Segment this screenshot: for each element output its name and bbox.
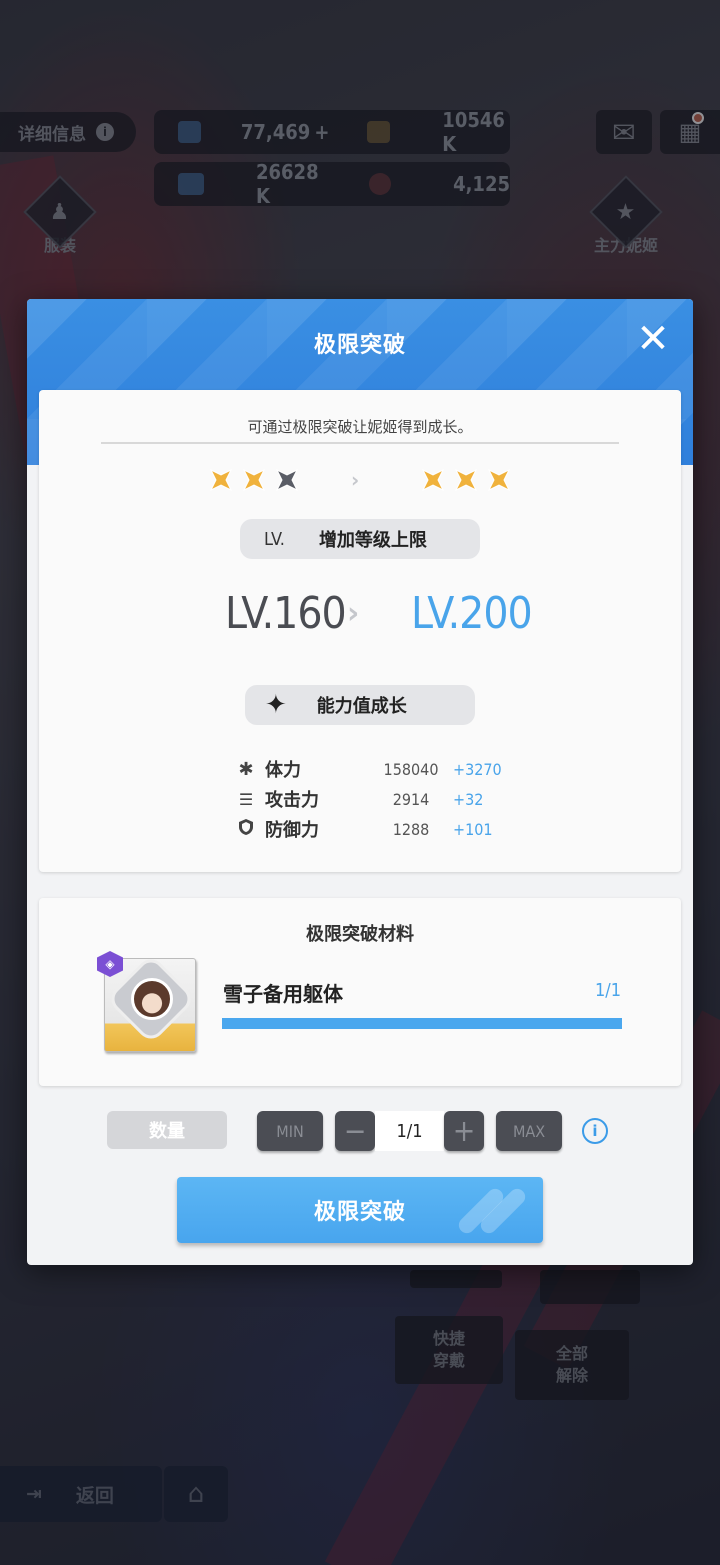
quantity-label: 数量 xyxy=(107,1111,227,1149)
material-card: 极限突破材料 ◈ 雪子备用躯体 1/1 xyxy=(39,898,681,1086)
level-cap-label: 增加等级上限 xyxy=(318,530,427,551)
stat-row-hp: ✱ 体力 158040 +3270 xyxy=(235,754,515,784)
stat-increase: +32 xyxy=(453,789,484,809)
stat-increase: +3270 xyxy=(453,759,502,779)
material-name: 雪子备用躯体 xyxy=(223,982,343,1006)
stars-before xyxy=(209,468,299,492)
dialog-hint: 可通过极限突破让妮姬得到成长。 xyxy=(247,418,473,436)
material-title: 极限突破材料 xyxy=(306,924,414,945)
minus-icon: − xyxy=(343,1113,367,1149)
attack-bullets-icon: ☰ xyxy=(238,789,254,809)
stat-name: 防御力 xyxy=(265,820,319,841)
star-filled-icon xyxy=(421,468,445,492)
stat-value: 158040 xyxy=(383,759,439,779)
info-icon[interactable]: i xyxy=(582,1118,608,1144)
star-filled-icon xyxy=(454,468,478,492)
increment-button[interactable]: + xyxy=(444,1111,484,1151)
level-old: LV.160 xyxy=(225,588,347,639)
chevron-right-icon: › xyxy=(347,596,360,631)
material-count: 1/1 xyxy=(594,980,621,1001)
max-button[interactable]: MAX xyxy=(496,1111,562,1151)
star-empty-icon xyxy=(275,468,299,492)
stat-name: 攻击力 xyxy=(265,790,319,811)
stat-row-defense: 防御力 1288 +101 xyxy=(235,814,515,844)
rarity-badge-icon: ◈ xyxy=(97,951,123,977)
star-filled-icon xyxy=(209,468,233,492)
character-portrait-icon xyxy=(131,978,173,1020)
decrement-button[interactable]: − xyxy=(335,1111,375,1151)
level-new: LV.200 xyxy=(411,588,533,639)
stat-increase: +101 xyxy=(453,819,493,839)
confirm-label: 极限突破 xyxy=(313,1200,406,1225)
button-stripes-decoration xyxy=(455,1185,529,1237)
sparkle-icon: ✦ xyxy=(265,690,287,720)
divider xyxy=(101,442,619,444)
stat-value: 2914 xyxy=(392,789,430,809)
star-filled-icon xyxy=(487,468,511,492)
level-tag: LV. xyxy=(264,528,285,550)
stat-row-attack: ☰ 攻击力 2914 +32 xyxy=(235,784,515,814)
material-progress-bar xyxy=(222,1018,622,1029)
close-button[interactable]: ✕ xyxy=(635,319,671,359)
min-button[interactable]: MIN xyxy=(257,1111,323,1151)
close-icon: ✕ xyxy=(636,316,670,362)
material-item-icon[interactable]: ◈ xyxy=(97,951,197,1052)
limit-break-info-card: 可通过极限突破让妮姬得到成长。 › LV. 增加等级上限 LV.160 › LV… xyxy=(39,390,681,872)
stat-value: 1288 xyxy=(392,819,430,839)
material-progress-fill xyxy=(222,1018,622,1029)
stars-after xyxy=(421,468,511,492)
quantity-value[interactable]: 1/1 xyxy=(375,1111,444,1151)
shield-icon xyxy=(235,818,257,841)
star-filled-icon xyxy=(242,468,266,492)
stat-growth-label: 能力值成长 xyxy=(316,696,407,717)
chevron-right-icon: › xyxy=(351,468,360,492)
plus-icon: + xyxy=(452,1113,476,1149)
stat-name: 体力 xyxy=(265,760,301,781)
level-cap-pill: LV. 增加等级上限 xyxy=(240,519,480,559)
limit-break-dialog: 极限突破 ✕ 可通过极限突破让妮姬得到成长。 › LV. 增加等级上限 LV.1… xyxy=(27,299,693,1265)
limit-break-confirm-button[interactable]: 极限突破 xyxy=(177,1177,543,1243)
stat-growth-pill: ✦ 能力值成长 xyxy=(245,685,475,725)
dialog-title: 极限突破 xyxy=(313,333,406,358)
hp-asterisk-icon: ✱ xyxy=(238,758,254,780)
